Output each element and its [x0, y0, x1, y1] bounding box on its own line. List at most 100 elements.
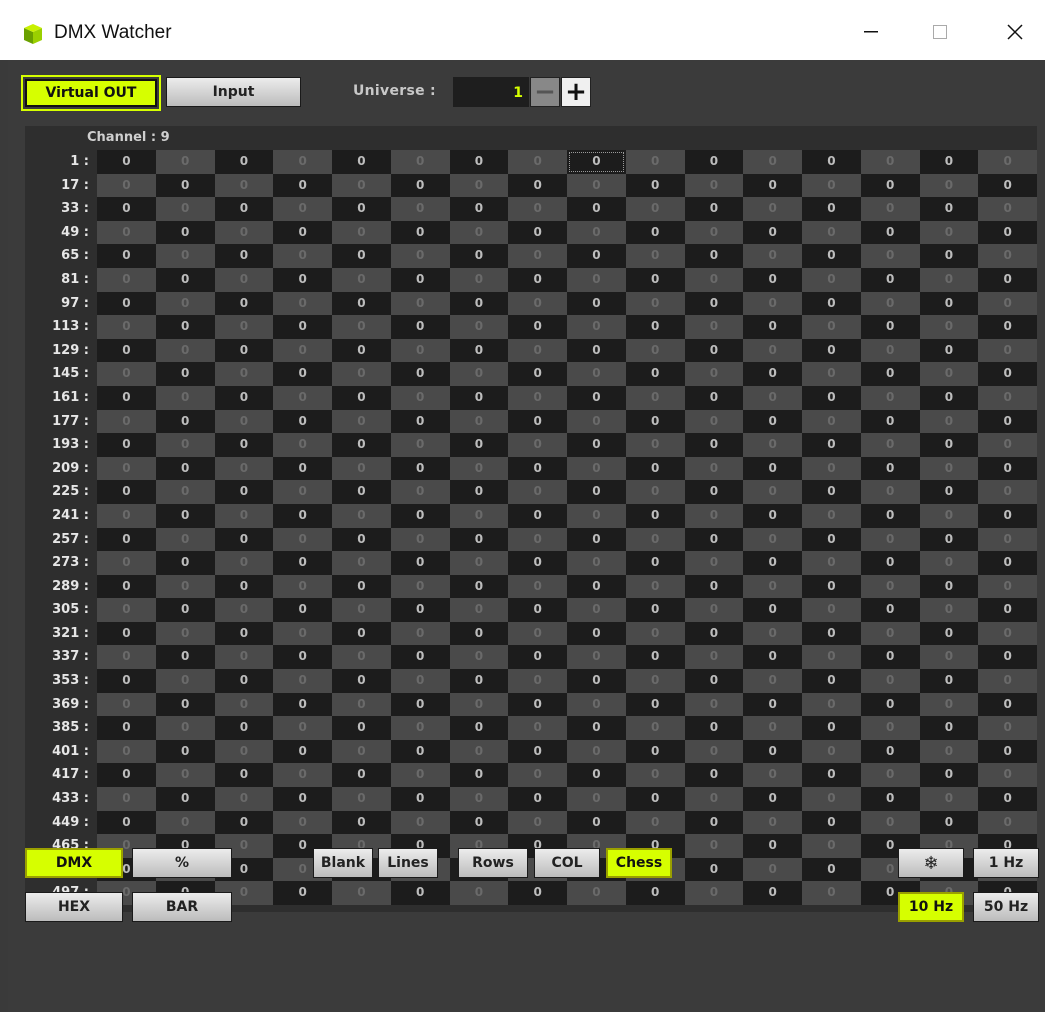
channel-value-cell[interactable]: 0	[273, 503, 332, 528]
channel-value-cell[interactable]: 0	[684, 456, 744, 481]
channel-value-cell[interactable]: 0	[743, 645, 802, 670]
channel-value-cell[interactable]: 0	[567, 244, 626, 268]
channel-value-cell[interactable]: 0	[214, 220, 274, 245]
channel-value-cell[interactable]: 0	[390, 291, 450, 316]
channel-value-cell[interactable]: 0	[390, 669, 450, 693]
channel-value-cell[interactable]: 0	[97, 527, 156, 552]
channel-value-cell[interactable]: 0	[214, 244, 274, 268]
channel-value-cell[interactable]: 0	[743, 267, 802, 292]
channel-value-cell[interactable]: 0	[97, 669, 156, 693]
channel-value-cell[interactable]: 0	[625, 598, 685, 622]
channel-value-cell[interactable]: 0	[155, 787, 215, 811]
channel-value-cell[interactable]: 0	[978, 362, 1037, 386]
channel-value-cell[interactable]: 0	[449, 763, 509, 788]
channel-value-cell[interactable]: 0	[743, 291, 802, 316]
channel-value-cell[interactable]: 0	[802, 621, 861, 646]
channel-value-cell[interactable]: 0	[978, 480, 1037, 504]
channel-value-cell[interactable]: 0	[802, 834, 861, 858]
channel-value-cell[interactable]: 0	[978, 551, 1037, 575]
channel-value-cell[interactable]: 0	[978, 810, 1037, 835]
channel-value-cell[interactable]: 0	[390, 197, 450, 221]
channel-value-cell[interactable]: 0	[449, 574, 509, 599]
channel-value-cell[interactable]: 0	[97, 810, 156, 835]
channel-value-cell[interactable]: 0	[449, 881, 509, 905]
channel-value-cell[interactable]: 0	[97, 480, 156, 504]
col-view-button[interactable]: COL	[534, 848, 600, 878]
channel-value-cell[interactable]: 0	[802, 480, 861, 504]
channel-value-cell[interactable]: 0	[97, 739, 156, 764]
channel-value-cell[interactable]: 0	[449, 621, 509, 646]
channel-value-cell[interactable]: 0	[155, 669, 215, 693]
channel-value-cell[interactable]: 0	[567, 551, 626, 575]
channel-value-cell[interactable]: 0	[743, 456, 802, 481]
channel-value-cell[interactable]: 0	[508, 362, 567, 386]
channel-value-cell[interactable]: 0	[802, 810, 861, 835]
channel-value-cell[interactable]: 0	[625, 291, 685, 316]
channel-value-cell[interactable]: 0	[332, 598, 391, 622]
channel-value-cell[interactable]: 0	[273, 692, 332, 717]
channel-value-cell[interactable]: 0	[860, 763, 920, 788]
channel-value-cell[interactable]: 0	[684, 810, 744, 835]
channel-value-cell[interactable]: 0	[978, 220, 1037, 245]
channel-value-cell[interactable]: 0	[802, 645, 861, 670]
channel-value-cell[interactable]: 0	[273, 645, 332, 670]
channel-value-cell[interactable]: 0	[332, 527, 391, 552]
channel-value-cell[interactable]: 0	[390, 503, 450, 528]
channel-value-cell[interactable]: 0	[567, 385, 626, 410]
channel-value-cell[interactable]: 0	[508, 716, 567, 740]
universe-input[interactable]: 1	[453, 77, 529, 107]
channel-value-cell[interactable]: 0	[743, 480, 802, 504]
channel-value-cell[interactable]: 0	[567, 810, 626, 835]
channel-value-cell[interactable]: 0	[567, 338, 626, 363]
virtual-out-button[interactable]: Virtual OUT	[21, 75, 161, 111]
channel-value-cell[interactable]: 0	[802, 315, 861, 339]
channel-value-cell[interactable]: 0	[743, 692, 802, 717]
channel-value-cell[interactable]: 0	[449, 787, 509, 811]
channel-value-cell[interactable]: 0	[449, 433, 509, 457]
channel-value-cell[interactable]: 0	[919, 739, 979, 764]
channel-value-cell[interactable]: 0	[567, 692, 626, 717]
channel-value-cell[interactable]: 0	[802, 150, 861, 174]
channel-value-cell[interactable]: 0	[802, 692, 861, 717]
channel-value-cell[interactable]: 0	[567, 716, 626, 740]
channel-value-cell[interactable]: 0	[273, 881, 332, 905]
channel-value-cell[interactable]: 0	[625, 669, 685, 693]
channel-value-cell[interactable]: 0	[449, 645, 509, 670]
channel-value-cell[interactable]: 0	[214, 598, 274, 622]
channel-value-cell[interactable]: 0	[684, 503, 744, 528]
channel-value-cell[interactable]: 0	[684, 173, 744, 198]
channel-value-cell[interactable]: 0	[625, 433, 685, 457]
channel-value-cell[interactable]: 0	[625, 362, 685, 386]
channel-value-cell[interactable]: 0	[567, 456, 626, 481]
channel-value-cell[interactable]: 0	[684, 621, 744, 646]
channel-value-cell[interactable]: 0	[802, 503, 861, 528]
channel-value-cell[interactable]: 0	[625, 385, 685, 410]
channel-value-cell[interactable]: 0	[919, 267, 979, 292]
channel-value-cell[interactable]: 0	[860, 244, 920, 268]
channel-value-cell[interactable]: 0	[214, 551, 274, 575]
channel-value-cell[interactable]: 0	[625, 197, 685, 221]
channel-value-cell[interactable]: 0	[449, 267, 509, 292]
channel-value-cell[interactable]: 0	[802, 881, 861, 905]
channel-value-cell[interactable]: 0	[155, 810, 215, 835]
channel-value-cell[interactable]: 0	[802, 551, 861, 575]
channel-value-cell[interactable]: 0	[332, 173, 391, 198]
channel-value-cell[interactable]: 0	[860, 480, 920, 504]
channel-value-cell[interactable]: 0	[449, 385, 509, 410]
channel-value-cell[interactable]: 0	[625, 267, 685, 292]
channel-value-cell[interactable]: 0	[684, 409, 744, 434]
channel-value-cell[interactable]: 0	[978, 787, 1037, 811]
channel-value-cell[interactable]: 0	[449, 220, 509, 245]
channel-value-cell[interactable]: 0	[273, 315, 332, 339]
channel-value-cell[interactable]: 0	[684, 338, 744, 363]
channel-value-cell[interactable]: 0	[743, 810, 802, 835]
channel-value-cell[interactable]: 0	[273, 433, 332, 457]
channel-value-cell[interactable]: 0	[860, 433, 920, 457]
channel-value-cell[interactable]: 0	[743, 173, 802, 198]
channel-value-cell[interactable]: 0	[214, 787, 274, 811]
channel-value-cell[interactable]: 0	[743, 362, 802, 386]
channel-value-cell[interactable]: 0	[684, 362, 744, 386]
channel-value-cell[interactable]: 0	[332, 220, 391, 245]
channel-value-cell[interactable]: 0	[155, 480, 215, 504]
channel-value-cell[interactable]: 0	[802, 338, 861, 363]
